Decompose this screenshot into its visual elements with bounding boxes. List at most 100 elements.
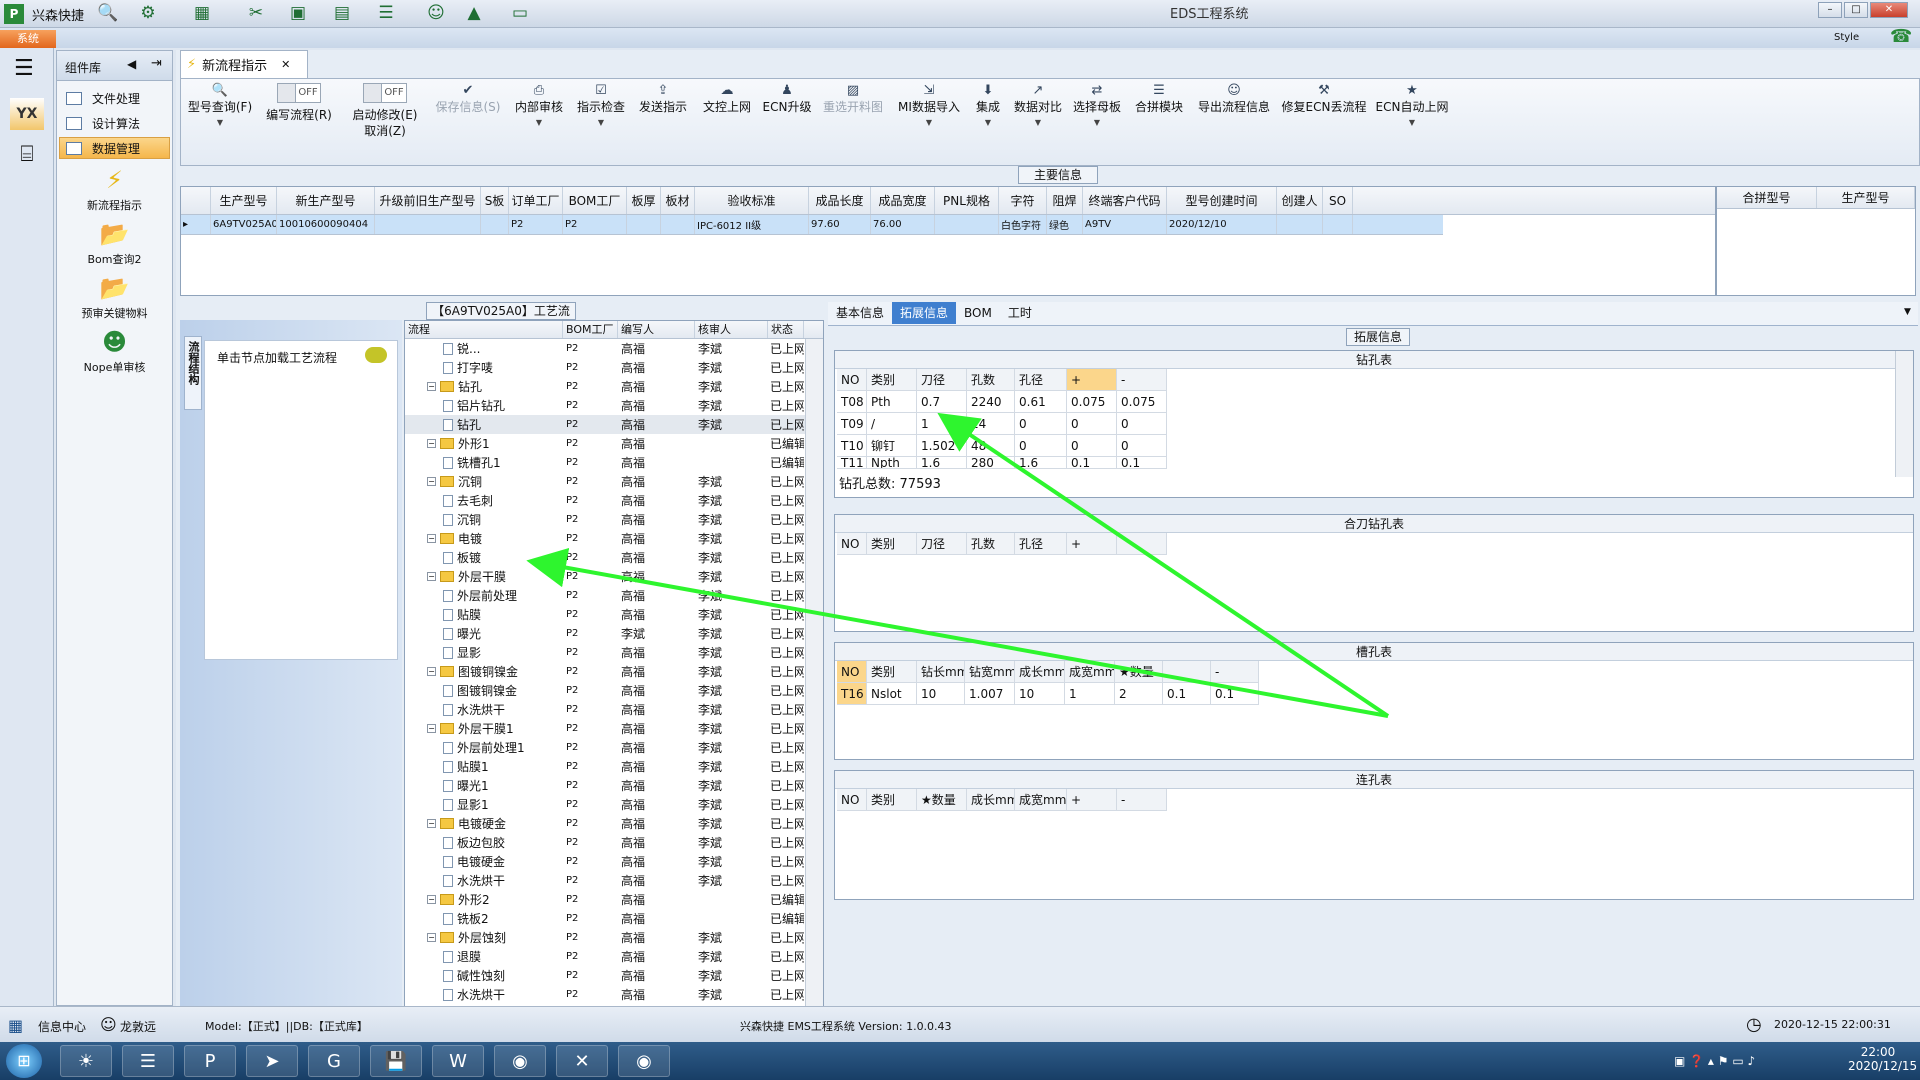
- tree-row[interactable]: − 沉铜 P2 高福 李斌 已上网: [405, 472, 823, 491]
- toggle-switch[interactable]: OFF: [363, 83, 407, 103]
- tree-row[interactable]: 退膜 P2 高福 李斌 已上网: [405, 947, 823, 966]
- table-cell[interactable]: 0.1: [1117, 457, 1167, 469]
- tree-row[interactable]: 贴膜1 P2 高福 李斌 已上网: [405, 757, 823, 776]
- collapse-icon[interactable]: −: [427, 439, 436, 448]
- table-cell[interactable]: 1: [917, 413, 967, 435]
- tree-node[interactable]: 曝光: [405, 625, 563, 642]
- table-cell[interactable]: IPC-6012 II级: [695, 215, 809, 234]
- taskbar-red-app-icon[interactable]: G: [308, 1045, 360, 1077]
- table-cell[interactable]: 48: [967, 435, 1015, 457]
- tree-node[interactable]: − 电镀硬金: [405, 815, 563, 832]
- column-header[interactable]: 类别: [867, 533, 917, 555]
- tree-row[interactable]: 贴膜 P2 高福 李斌 已上网: [405, 605, 823, 624]
- cancel-label[interactable]: 取消(Z): [349, 123, 421, 139]
- table-cell[interactable]: 0: [1015, 413, 1067, 435]
- collapse-icon[interactable]: −: [427, 382, 436, 391]
- table-cell[interactable]: 0: [1015, 435, 1067, 457]
- column-header[interactable]: -: [1117, 369, 1167, 391]
- tree-node[interactable]: 曝光1: [405, 777, 563, 794]
- tree-row[interactable]: − 外形2 P2 高福 已编辑: [405, 890, 823, 909]
- column-header[interactable]: 成宽mm: [1015, 789, 1067, 811]
- tree-node[interactable]: − 外形1: [405, 435, 563, 452]
- collapse-icon[interactable]: −: [427, 819, 436, 828]
- system-tab[interactable]: 系统: [0, 30, 56, 48]
- taskbar-clock[interactable]: 22:00 2020/12/15: [1848, 1045, 1917, 1073]
- table-cell[interactable]: 10: [1015, 683, 1065, 705]
- tab-dropdown-icon[interactable]: ▼: [1904, 307, 1911, 317]
- table-row[interactable]: T11 Npth 1.6 280 1.6 0.1 0.1: [837, 457, 1913, 469]
- column-header[interactable]: 生产型号: [211, 187, 277, 214]
- machine-icon[interactable]: ⌸: [10, 142, 44, 174]
- table-cell[interactable]: 14: [967, 413, 1015, 435]
- tree-node[interactable]: 铝片钻孔: [405, 397, 563, 414]
- table-cell[interactable]: T08: [837, 391, 867, 413]
- column-header[interactable]: 核审人: [695, 321, 768, 338]
- internal-review-button[interactable]: ⎙ 内部审核 ▼: [511, 83, 567, 131]
- table-cell[interactable]: 10010600090404: [277, 215, 375, 234]
- tree-node[interactable]: 沉铜: [405, 511, 563, 528]
- column-header[interactable]: 合拼型号: [1717, 187, 1817, 208]
- tree-row[interactable]: 铣板2 P2 高福 已编辑: [405, 909, 823, 928]
- tray-icons[interactable]: ▣ ❓ ▴ ⚑ ▭ ♪: [1674, 1054, 1755, 1068]
- table-cell[interactable]: [481, 215, 509, 234]
- search-icon[interactable]: 🔍: [96, 2, 120, 24]
- tree-node[interactable]: 贴膜: [405, 606, 563, 623]
- instruction-check-button[interactable]: ☑ 指示检查 ▼: [573, 83, 629, 131]
- tree-node[interactable]: − 外层干膜1: [405, 720, 563, 737]
- tree-node[interactable]: − 电镀: [405, 530, 563, 547]
- tree-row[interactable]: 曝光1 P2 高福 李斌 已上网: [405, 776, 823, 795]
- table-cell[interactable]: T09: [837, 413, 867, 435]
- column-header[interactable]: 生产型号: [1817, 187, 1915, 208]
- speech-bubble-icon[interactable]: [365, 347, 387, 363]
- column-header[interactable]: 刀径: [917, 533, 967, 555]
- tree-row[interactable]: 外层前处理 P2 高福 李斌 已上网: [405, 586, 823, 605]
- column-header[interactable]: -: [1211, 661, 1259, 683]
- tab-extended-info[interactable]: 拓展信息: [892, 302, 957, 324]
- nav-item-data-management[interactable]: 数据管理: [59, 137, 170, 159]
- tree-node[interactable]: 打字唛: [405, 359, 563, 376]
- column-header[interactable]: 成品长度: [809, 187, 871, 214]
- list-icon[interactable]: ☰: [374, 2, 398, 24]
- tree-node[interactable]: 图镀铜镍金: [405, 682, 563, 699]
- table-cell[interactable]: 1: [1065, 683, 1115, 705]
- column-header[interactable]: [1163, 661, 1211, 683]
- nav-new-flow-instruction[interactable]: ⚡ 新流程指示: [57, 167, 172, 213]
- tree-node[interactable]: 锐...: [405, 340, 563, 357]
- tree-node[interactable]: 水洗烘干: [405, 701, 563, 718]
- table-cell[interactable]: 绿色: [1047, 215, 1083, 234]
- tree-row[interactable]: 水洗烘干 P2 高福 李斌 已上网: [405, 871, 823, 890]
- tab-new-flow-instruction[interactable]: ⚡ 新流程指示 ✕: [180, 50, 308, 78]
- phone-icon[interactable]: ☎: [1890, 26, 1912, 47]
- table-cell[interactable]: [627, 215, 661, 234]
- export-flow-info-button[interactable]: ☺ 导出流程信息: [1193, 83, 1275, 115]
- table-cell[interactable]: 0.1: [1163, 683, 1211, 705]
- tree-node[interactable]: 外层前处理1: [405, 739, 563, 756]
- ecn-upgrade-button[interactable]: ♟ ECN升级: [761, 83, 813, 115]
- film-icon[interactable]: ▣: [286, 2, 310, 24]
- tree-row[interactable]: 水洗烘干 P2 高福 李斌 已上网: [405, 985, 823, 1004]
- windows-grid-icon[interactable]: ▦: [8, 1016, 23, 1035]
- taskbar-save-icon[interactable]: 💾: [370, 1045, 422, 1077]
- column-header[interactable]: 编写人: [618, 321, 695, 338]
- table-cell[interactable]: P2: [563, 215, 627, 234]
- tree-row[interactable]: − 外层干膜1 P2 高福 李斌 已上网: [405, 719, 823, 738]
- tree-row[interactable]: − 电镀硬金 P2 高福 李斌 已上网: [405, 814, 823, 833]
- column-header[interactable]: BOM工厂: [563, 321, 618, 338]
- nav-item-design-algorithm[interactable]: 设计算法: [59, 112, 170, 134]
- tree-node[interactable]: 退膜: [405, 948, 563, 965]
- tree-row[interactable]: − 外形1 P2 高福 已编辑: [405, 434, 823, 453]
- taskbar-shell-icon[interactable]: ☀: [60, 1045, 112, 1077]
- table-row[interactable]: T09/1 14 0 0 0: [837, 413, 1913, 435]
- column-header[interactable]: 板材: [661, 187, 695, 214]
- table-cell[interactable]: P2: [509, 215, 563, 234]
- tree-node[interactable]: 钻孔: [405, 416, 563, 433]
- mi-data-import-button[interactable]: ⇲ MI数据导入 ▼: [897, 83, 961, 131]
- tree-row[interactable]: 显影 P2 高福 李斌 已上网: [405, 643, 823, 662]
- table-cell[interactable]: Npth: [867, 457, 917, 469]
- tree-node[interactable]: − 外形2: [405, 891, 563, 908]
- table-cell[interactable]: [1323, 215, 1353, 234]
- collapse-left-icon[interactable]: ◀: [127, 57, 136, 71]
- table-cell[interactable]: T16: [837, 683, 867, 705]
- column-header[interactable]: BOM工厂: [563, 187, 627, 214]
- column-header[interactable]: 孔径: [1015, 533, 1067, 555]
